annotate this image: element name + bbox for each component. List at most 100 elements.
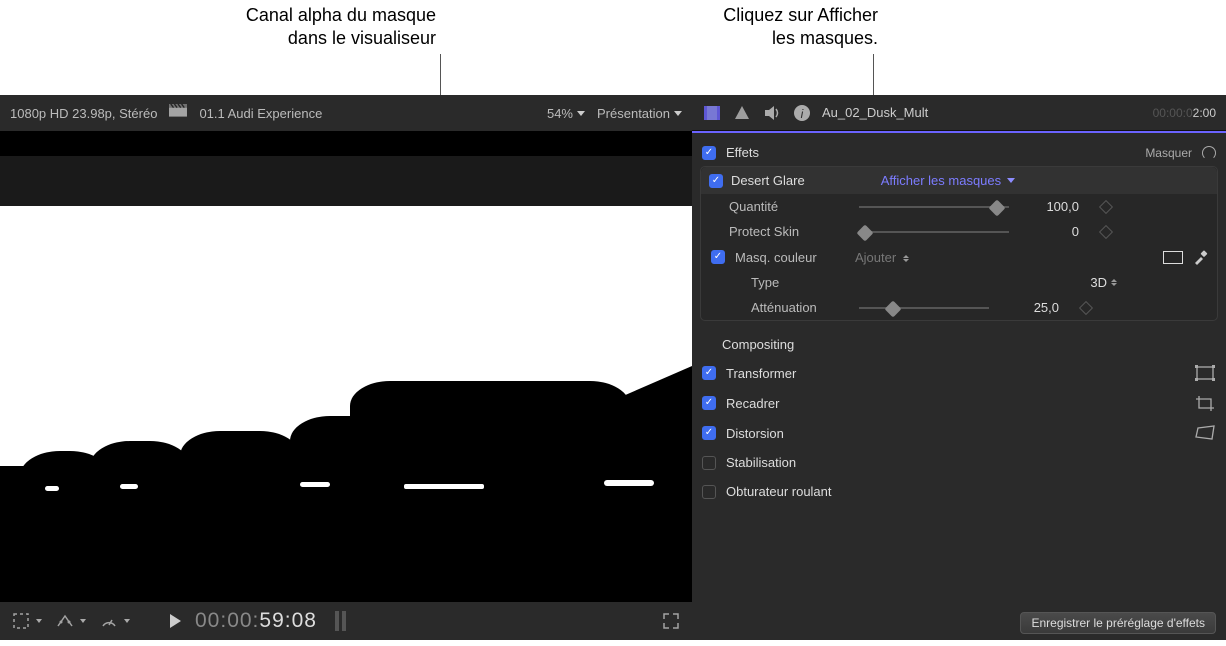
stabilization-label: Stabilisation bbox=[726, 455, 796, 470]
effect-name-label: Desert Glare bbox=[731, 173, 805, 188]
view-masks-label: Afficher les masques bbox=[881, 173, 1001, 188]
callouts: Canal alpha du masque dans le visualiseu… bbox=[0, 0, 1226, 90]
effect-enable-checkbox[interactable] bbox=[709, 174, 723, 188]
zoom-dropdown[interactable]: 54% bbox=[547, 106, 585, 121]
hide-label: Masquer bbox=[1145, 146, 1192, 160]
effects-checkbox[interactable] bbox=[702, 146, 716, 160]
audio-meters-icon[interactable] bbox=[335, 611, 346, 631]
type-dropdown[interactable]: 3D bbox=[1090, 275, 1117, 290]
inspector-clip-name: Au_02_Dusk_Mult bbox=[822, 105, 1143, 120]
keyframe-icon[interactable] bbox=[1099, 224, 1113, 238]
crop-tool-icon[interactable] bbox=[12, 612, 30, 630]
chevron-down-icon bbox=[124, 619, 130, 623]
callout-view-masks: Cliquez sur Afficher les masques. bbox=[578, 4, 878, 51]
param-color-mask-label: Masq. couleur bbox=[735, 250, 845, 265]
save-preset-label: Enregistrer le préréglage d'effets bbox=[1031, 616, 1205, 630]
keyframe-icon[interactable] bbox=[1099, 199, 1113, 213]
timecode-dim: 00:00: bbox=[195, 609, 259, 632]
crop-row[interactable]: Recadrer bbox=[692, 388, 1226, 418]
effect-header: Desert Glare Afficher les masques bbox=[701, 167, 1217, 194]
distort-row[interactable]: Distorsion bbox=[692, 418, 1226, 448]
inspector-timecode: 00:00:02:00 bbox=[1153, 106, 1216, 120]
keyframe-icon[interactable] bbox=[1079, 300, 1093, 314]
mask-view-icon[interactable] bbox=[1163, 251, 1183, 264]
callout-alpha-line1: Canal alpha du masque bbox=[136, 4, 436, 27]
distort-icon[interactable] bbox=[1194, 425, 1216, 441]
svg-text:i: i bbox=[801, 107, 804, 121]
add-mask-dropdown[interactable]: Ajouter bbox=[855, 250, 909, 265]
hide-effects-button[interactable]: Masquer bbox=[1145, 146, 1192, 160]
protect-skin-slider[interactable] bbox=[859, 225, 1009, 239]
zoom-value: 54% bbox=[547, 106, 573, 121]
view-menu-dropdown[interactable]: Présentation bbox=[597, 106, 682, 121]
alpha-channel-display bbox=[0, 206, 692, 576]
timecode-seconds: 59:08 bbox=[259, 609, 317, 632]
add-mask-label: Ajouter bbox=[855, 250, 896, 265]
transform-icon[interactable] bbox=[1194, 365, 1216, 381]
viewer-footer: 00:00:59:08 bbox=[0, 602, 692, 640]
param-type: Type 3D bbox=[701, 270, 1217, 295]
softness-slider[interactable] bbox=[859, 301, 989, 315]
compositing-label: Compositing bbox=[692, 329, 1226, 358]
crop-checkbox[interactable] bbox=[702, 396, 716, 410]
inspector-header: i Au_02_Dusk_Mult 00:00:02:00 bbox=[692, 95, 1226, 131]
transform-checkbox[interactable] bbox=[702, 366, 716, 380]
view-masks-dropdown[interactable]: Afficher les masques bbox=[881, 173, 1015, 188]
param-protect-skin: Protect Skin 0 bbox=[701, 219, 1217, 244]
distort-label: Distorsion bbox=[726, 426, 784, 441]
color-inspector-tab[interactable] bbox=[732, 103, 752, 123]
chevron-down-icon bbox=[577, 111, 585, 116]
color-mask-checkbox[interactable] bbox=[711, 250, 725, 264]
clip-name-label: 01.1 Audi Experience bbox=[199, 106, 322, 121]
callout-alpha-line2: dans le visualiseur bbox=[136, 27, 436, 50]
alpha-ground bbox=[0, 476, 692, 602]
inspector-body: Effets Masquer Desert Glare Afficher les… bbox=[692, 133, 1226, 640]
softness-value[interactable]: 25,0 bbox=[999, 300, 1059, 315]
param-color-mask: Masq. couleur Ajouter bbox=[701, 244, 1217, 270]
inspector-timecode-dim: 00:00:0 bbox=[1153, 106, 1193, 120]
stabilization-row[interactable]: Stabilisation bbox=[692, 448, 1226, 477]
transform-label: Transformer bbox=[726, 366, 796, 381]
callout-view-masks-line1: Cliquez sur Afficher bbox=[578, 4, 878, 27]
rolling-shutter-checkbox[interactable] bbox=[702, 485, 716, 499]
effects-label: Effets bbox=[726, 145, 1135, 160]
highlight bbox=[300, 482, 330, 487]
retime-tool-icon[interactable] bbox=[56, 612, 74, 630]
highlight bbox=[120, 484, 138, 489]
viewer-canvas[interactable] bbox=[0, 131, 692, 602]
rolling-shutter-row[interactable]: Obturateur roulant bbox=[692, 477, 1226, 506]
inspector-pane: i Au_02_Dusk_Mult 00:00:02:00 Effets Mas… bbox=[692, 95, 1226, 640]
amount-value[interactable]: 100,0 bbox=[1019, 199, 1079, 214]
param-protect-skin-label: Protect Skin bbox=[729, 224, 849, 239]
amount-slider[interactable] bbox=[859, 200, 1009, 214]
transform-row[interactable]: Transformer bbox=[692, 358, 1226, 388]
param-amount: Quantité 100,0 bbox=[701, 194, 1217, 219]
inspector-timecode-lit: 2:00 bbox=[1193, 106, 1216, 120]
app-window: 1080p HD 23.98p, Stéréo 01.1 Audi Experi… bbox=[0, 95, 1226, 640]
fullscreen-icon[interactable] bbox=[662, 612, 680, 630]
highlight bbox=[404, 484, 484, 489]
callout-alpha: Canal alpha du masque dans le visualiseu… bbox=[136, 4, 436, 51]
rolling-shutter-label: Obturateur roulant bbox=[726, 484, 832, 499]
highlight bbox=[45, 486, 59, 491]
chevron-down-icon bbox=[674, 111, 682, 116]
play-button[interactable] bbox=[170, 614, 181, 628]
stabilization-checkbox[interactable] bbox=[702, 456, 716, 470]
eyedropper-icon[interactable] bbox=[1193, 249, 1209, 265]
callout-view-masks-line2: les masques. bbox=[578, 27, 878, 50]
video-inspector-tab[interactable] bbox=[702, 103, 722, 123]
crop-icon[interactable] bbox=[1194, 395, 1216, 411]
save-effects-preset-button[interactable]: Enregistrer le préréglage d'effets bbox=[1020, 612, 1216, 634]
viewer-content bbox=[0, 156, 692, 576]
audio-inspector-tab[interactable] bbox=[762, 103, 782, 123]
protect-skin-value[interactable]: 0 bbox=[1019, 224, 1079, 239]
distort-checkbox[interactable] bbox=[702, 426, 716, 440]
reset-icon[interactable] bbox=[1202, 146, 1216, 160]
info-inspector-tab[interactable]: i bbox=[792, 103, 812, 123]
timecode-display[interactable]: 00:00:59:08 bbox=[195, 609, 317, 633]
effects-section-header: Effets Masquer bbox=[692, 139, 1226, 166]
param-softness-label: Atténuation bbox=[751, 300, 849, 315]
type-value: 3D bbox=[1090, 275, 1107, 290]
mask-actions bbox=[1163, 249, 1209, 265]
speed-tool-icon[interactable] bbox=[100, 612, 118, 630]
